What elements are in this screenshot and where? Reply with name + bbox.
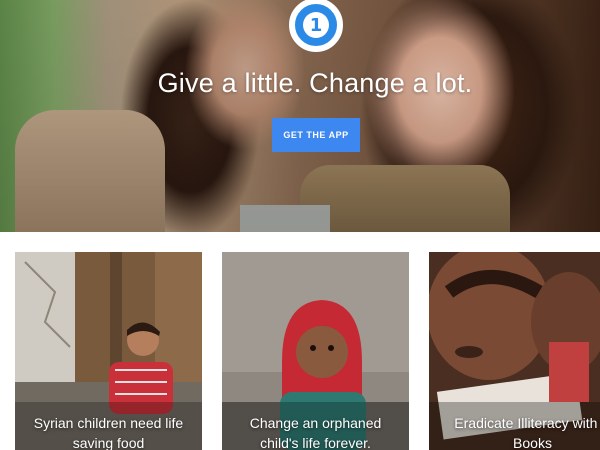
campaign-card-orphaned-child[interactable]: Change an orphaned child's life forever. (222, 252, 409, 450)
card-title-line-1: Eradicate Illiteracy with E (454, 415, 600, 431)
get-the-app-button[interactable]: GET THE APP (272, 118, 360, 152)
card-title-line-2: Books (513, 435, 552, 450)
logo-number: 1 (303, 12, 329, 38)
campaign-card-illiteracy[interactable]: Eradicate Illiteracy with E Books (429, 252, 600, 450)
card-title-line-1: Syrian children need life (33, 415, 184, 431)
campaign-card-syrian-children[interactable]: Syrian children need life saving food (15, 252, 202, 450)
card-title-line-2: saving food (72, 435, 145, 450)
hero-tagline: Give a little. Change a lot. (157, 68, 473, 98)
card-title-line-1: Change an orphaned (249, 415, 382, 431)
card-title: Eradicate Illiteracy with E Books (435, 413, 600, 450)
app-logo[interactable]: 1 (289, 0, 343, 52)
card-title-line-2: child's life forever. (260, 435, 371, 450)
card-title: Change an orphaned child's life forever. (222, 413, 409, 450)
card-title: Syrian children need life saving food (15, 413, 202, 450)
hero-banner: 1 Give a little. Change a lot. GET THE A… (0, 0, 600, 232)
